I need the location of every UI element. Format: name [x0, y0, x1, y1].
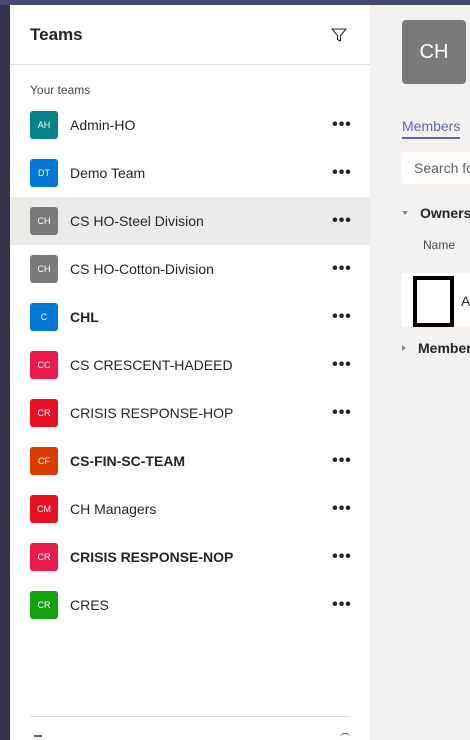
team-name: CRES: [70, 597, 109, 613]
members-section-title: Members: [418, 340, 470, 356]
your-teams-label: Your teams: [30, 83, 91, 97]
more-options-icon[interactable]: •••: [328, 113, 356, 137]
team-item[interactable]: AH Admin-HO •••: [10, 101, 370, 149]
team-avatar: C: [30, 303, 58, 331]
member-avatar: [413, 276, 454, 327]
team-detail-pane: CH Members Search for Owners Name A Memb…: [370, 5, 470, 740]
more-options-icon[interactable]: •••: [328, 353, 356, 377]
team-item[interactable]: CM CH Managers •••: [10, 485, 370, 533]
more-options-icon[interactable]: •••: [328, 305, 356, 329]
team-name: Demo Team: [70, 165, 146, 181]
team-name: CS HO-Steel Division: [70, 213, 204, 229]
chevron-down-icon: [402, 211, 408, 215]
team-name: Admin-HO: [70, 117, 136, 133]
team-list: AH Admin-HO ••• DT Demo Team ••• CH CS HO-Steel…: [10, 101, 370, 629]
owners-section-title: Owners: [420, 205, 470, 221]
tab-members-indicator: [402, 137, 460, 139]
team-item[interactable]: CF CS-FIN-SC-TEAM •••: [10, 437, 370, 485]
team-name: CH Managers: [70, 501, 157, 517]
members-section-toggle[interactable]: Members: [402, 340, 470, 356]
app-rail: [0, 5, 10, 740]
more-options-icon[interactable]: •••: [328, 257, 356, 281]
team-name: CRISIS RESPONSE-HOP: [70, 405, 234, 421]
more-options-icon[interactable]: •••: [328, 401, 356, 425]
teams-pane: Teams Your teams AH Admin-HO ••• DT Demo Tea…: [10, 5, 370, 740]
team-item[interactable]: CH CS HO-Cotton-Division •••: [10, 245, 370, 293]
join-team-icon[interactable]: [34, 735, 42, 737]
more-options-icon[interactable]: •••: [328, 545, 356, 569]
team-avatar: DT: [30, 159, 58, 187]
tab-members[interactable]: Members: [402, 118, 460, 134]
team-avatar: AH: [30, 111, 58, 139]
team-avatar-large: CH: [402, 20, 466, 84]
name-column-header[interactable]: Name: [423, 238, 455, 252]
team-item[interactable]: CR CRES •••: [10, 581, 370, 629]
team-name: CS-FIN-SC-TEAM: [70, 453, 186, 469]
settings-icon[interactable]: [340, 733, 350, 737]
pane-divider: [30, 716, 350, 717]
teams-title: Teams: [30, 24, 83, 44]
search-members-input[interactable]: Search for: [402, 152, 470, 184]
team-item[interactable]: CH CS HO-Steel Division •••: [10, 197, 370, 245]
team-item[interactable]: DT Demo Team •••: [10, 149, 370, 197]
filter-icon-glyph: [331, 27, 347, 42]
more-options-icon[interactable]: •••: [328, 497, 356, 521]
team-avatar: CR: [30, 591, 58, 619]
more-options-icon[interactable]: •••: [328, 449, 356, 473]
team-avatar: CH: [30, 255, 58, 283]
team-avatar: CC: [30, 351, 58, 379]
team-item[interactable]: C CHL •••: [10, 293, 370, 341]
team-name: CHL: [70, 309, 99, 325]
team-item[interactable]: CC CS CRESCENT-HADEED •••: [10, 341, 370, 389]
more-options-icon[interactable]: •••: [328, 161, 356, 185]
team-avatar: CR: [30, 543, 58, 571]
team-name: CS CRESCENT-HADEED: [70, 357, 233, 373]
filter-icon[interactable]: [328, 24, 350, 46]
more-options-icon[interactable]: •••: [328, 593, 356, 617]
team-avatar: CF: [30, 447, 58, 475]
team-avatar: CR: [30, 399, 58, 427]
member-row[interactable]: A: [402, 273, 470, 327]
more-options-icon[interactable]: •••: [328, 209, 356, 233]
chevron-right-icon: [402, 345, 406, 351]
team-item[interactable]: CR CRISIS RESPONSE-NOP •••: [10, 533, 370, 581]
owners-section-toggle[interactable]: Owners: [402, 205, 470, 221]
teams-header: Teams: [10, 5, 370, 65]
team-name: CRISIS RESPONSE-NOP: [70, 549, 234, 565]
team-avatar: CH: [30, 207, 58, 235]
team-item[interactable]: CR CRISIS RESPONSE-HOP •••: [10, 389, 370, 437]
member-name: A: [461, 293, 470, 309]
team-avatar: CM: [30, 495, 58, 523]
team-name: CS HO-Cotton-Division: [70, 261, 214, 277]
